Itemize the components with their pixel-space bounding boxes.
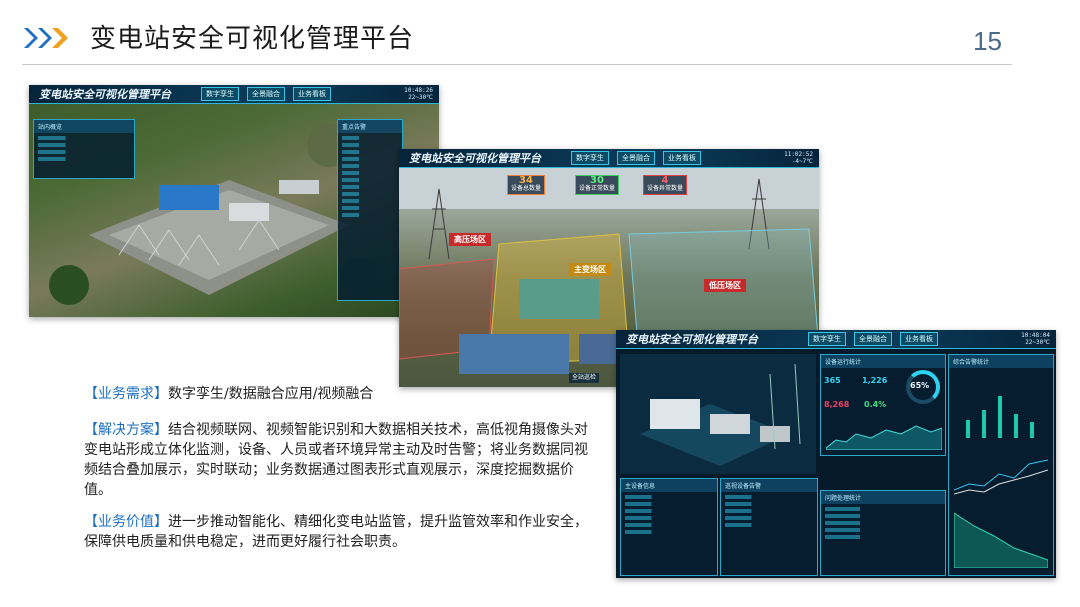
panel-title: 主设备信息	[621, 479, 717, 492]
running-days-metric: 365	[824, 376, 841, 385]
nav-dashboard[interactable]: 业务看板	[293, 87, 331, 101]
panel-title: 巡视设备告警	[721, 479, 817, 492]
nav-dashboard[interactable]: 业务看板	[900, 332, 938, 346]
patrol-button[interactable]: 全站巡检	[569, 373, 600, 383]
area-decay-chart	[954, 512, 1048, 568]
bar	[998, 396, 1002, 438]
dashboard-title: 变电站安全可视化管理平台	[39, 88, 171, 101]
panel-title: 问题处理统计	[821, 491, 945, 504]
dashboard-header-bar: 变电站安全可视化管理平台 数字孪生 全景融合 业务看板 10:48:26 22~3…	[29, 85, 439, 104]
dashboard-title: 变电站安全可视化管理平台	[626, 333, 758, 346]
nav-digital-twin[interactable]: 数字孪生	[571, 151, 609, 165]
line-trend-chart	[954, 459, 1048, 495]
bar	[982, 410, 986, 438]
nav-digital-twin[interactable]: 数字孪生	[201, 87, 239, 101]
section-text: 数字孪生/数据融合应用/视频融合	[168, 386, 374, 402]
header-divider	[22, 64, 1012, 65]
section-label: 【业务价值】	[84, 514, 168, 530]
load-metric: 8,268	[824, 400, 850, 409]
dashboard-header-bar: 变电站安全可视化管理平台 数字孪生 全景融合 业务看板 11:02:52 -4~7…	[399, 149, 819, 168]
station-overview-panel: 站内概览	[33, 119, 135, 179]
screenshot-digital-twin: 变电站安全可视化管理平台 数字孪生 全景融合 业务看板 10:48:26 22~3…	[29, 85, 439, 317]
nav-panorama[interactable]: 全景融合	[247, 87, 285, 101]
bar	[1030, 422, 1034, 438]
panel-title: 重点告警	[338, 120, 402, 133]
zone-low-voltage[interactable]: 低压场区	[704, 279, 746, 292]
chevron-arrows-icon	[24, 28, 68, 48]
nav-digital-twin[interactable]: 数字孪生	[808, 332, 846, 346]
substation-model-view	[620, 354, 816, 474]
dashboard-title: 变电站安全可视化管理平台	[409, 152, 541, 165]
business-value-section: 【业务价值】进一步推动智能化、精细化变电站监管，提升监管效率和作业安全，保障供电…	[84, 512, 594, 552]
page-number: 15	[973, 26, 1002, 56]
business-need-section: 【业务需求】数字孪生/数据融合应用/视频融合	[84, 384, 594, 404]
page-title: 变电站安全可视化管理平台	[90, 24, 415, 54]
screenshot-business-dashboard: 变电站安全可视化管理平台 数字孪生 全景融合 业务看板 10:48:04 22~3…	[616, 330, 1056, 578]
bar	[966, 420, 970, 438]
clock: 10:48:04 22~30℃	[1021, 332, 1050, 346]
nav-panorama[interactable]: 全景融合	[617, 151, 655, 165]
energy-metric: 1,226	[862, 376, 888, 385]
solution-section: 【解决方案】结合视频联网、视频智能识别和大数据相关技术，高低视角摄像头对变电站形…	[84, 420, 594, 500]
zone-main-transformer[interactable]: 主变场区	[569, 263, 611, 276]
issue-stats-panel: 问题处理统计	[820, 490, 946, 576]
alarm-panel: 重点告警	[337, 119, 403, 301]
dashboard-header-bar: 变电站安全可视化管理平台 数字孪生 全景融合 业务看板 10:48:04 22~3…	[616, 330, 1056, 349]
section-label: 【解决方案】	[84, 422, 168, 438]
percent-value: 65%	[910, 381, 930, 390]
panel-title: 站内概览	[34, 120, 134, 133]
stat-abnormal-devices: 4 设备异常数量	[643, 175, 688, 195]
stat-total-devices: 34 设备总数量	[507, 175, 546, 195]
panel-title: 综合告警统计	[949, 355, 1053, 368]
nav-dashboard[interactable]: 业务看板	[663, 151, 701, 165]
main-equipment-panel: 主设备信息	[620, 478, 718, 576]
section-label: 【业务需求】	[84, 386, 168, 402]
bar	[1014, 414, 1018, 438]
stat-normal-devices: 30 设备正常数量	[575, 175, 620, 195]
zone-high-voltage[interactable]: 高压场区	[449, 233, 491, 246]
panel-title: 设备运行统计	[821, 355, 945, 368]
patrol-alarm-panel: 巡视设备告警	[720, 478, 818, 576]
clock: 11:02:52 -4~7℃	[784, 151, 813, 165]
area-trend-chart	[826, 425, 942, 450]
clock: 10:48:26 22~30℃	[404, 87, 433, 101]
nav-panorama[interactable]: 全景融合	[854, 332, 892, 346]
rate-metric: 0.4%	[864, 400, 887, 409]
